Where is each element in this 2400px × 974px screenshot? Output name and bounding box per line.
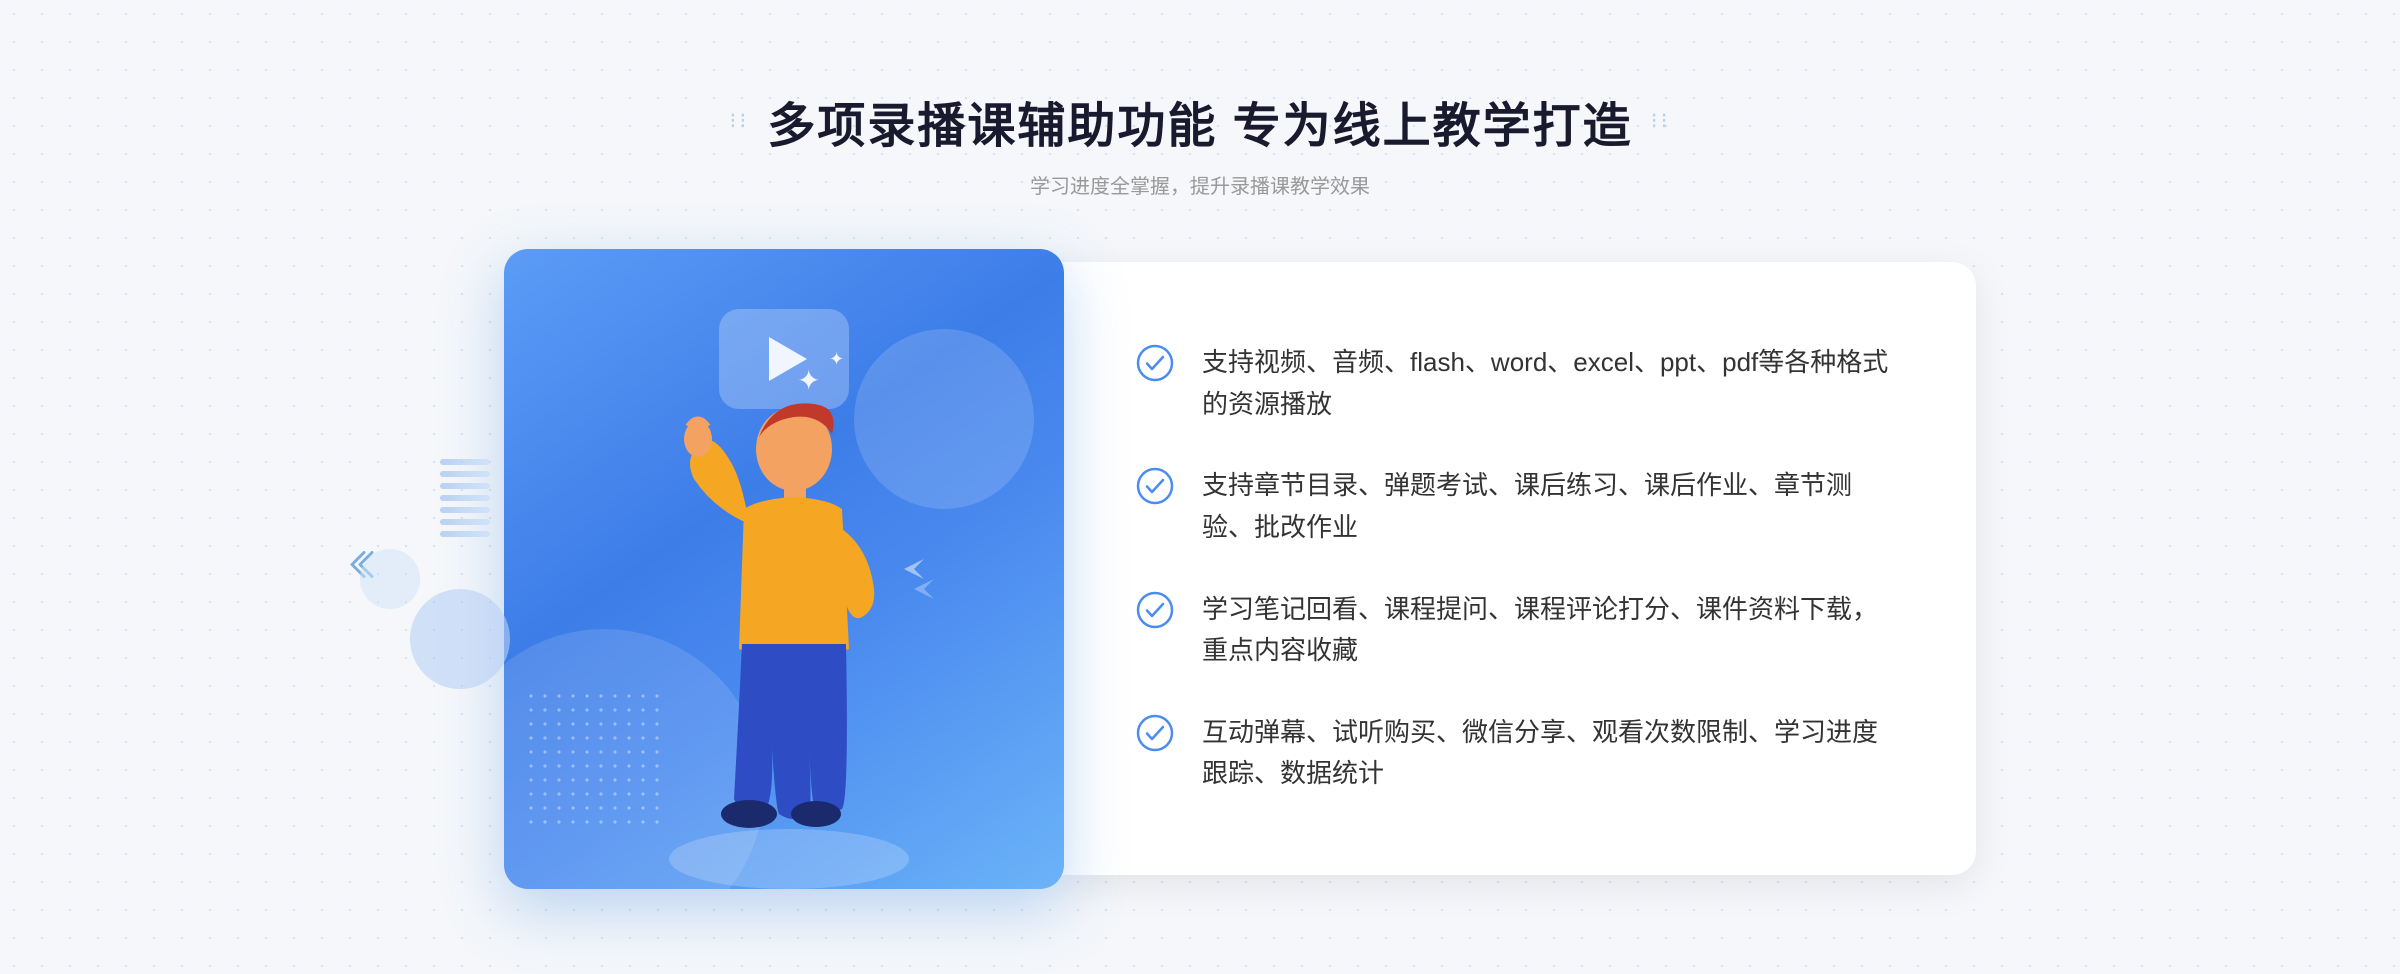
check-circle-icon-4 [1136,714,1174,752]
header-section: ⁝⁝ 多项录播课辅助功能 专为线上教学打造 ⁝⁝ 学习进度全掌握，提升录播课教学… [729,86,1670,199]
stripe-2 [440,471,490,477]
sparkle-icon-2: ✦ [829,349,844,370]
page-wrapper: ⁝⁝ 多项录播课辅助功能 专为线上教学打造 ⁝⁝ 学习进度全掌握，提升录播课教学… [0,0,2400,974]
features-panel: 支持视频、音频、flash、word、excel、ppt、pdf等各种格式的资源… [1056,262,1976,875]
subtitle: 学习进度全掌握，提升录播课教学效果 [729,170,1670,199]
check-circle-icon-1 [1136,344,1174,382]
content-area: ✦ ✦ [300,249,2100,889]
feature-text-1: 支持视频、音频、flash、word、excel、ppt、pdf等各种格式的资源… [1202,342,1896,425]
stripe-1 [440,459,490,465]
deco-dots-right: ⁝⁝ [1651,108,1671,134]
deco-dots-left: ⁝⁝ [729,108,749,134]
deco-circle-small [360,549,420,609]
check-circle-icon-2 [1136,467,1174,505]
feature-text-4: 互动弹幕、试听购买、微信分享、观看次数限制、学习进度跟踪、数据统计 [1202,712,1896,795]
feature-item-1: 支持视频、音频、flash、word、excel、ppt、pdf等各种格式的资源… [1136,322,1896,445]
stripe-3 [440,483,490,489]
feature-item-3: 学习笔记回看、课程提问、课程评论打分、课件资料下载，重点内容收藏 [1136,569,1896,692]
feature-item-4: 互动弹幕、试听购买、微信分享、观看次数限制、学习进度跟踪、数据统计 [1136,692,1896,815]
person-illustration [594,369,974,889]
illustration-card: ✦ ✦ [504,249,1064,889]
feature-item-2: 支持章节目录、弹题考试、课后练习、课后作业、章节测验、批改作业 [1136,445,1896,568]
title-row: ⁝⁝ 多项录播课辅助功能 专为线上教学打造 ⁝⁝ [729,86,1670,156]
main-title: 多项录播课辅助功能 专为线上教学打造 [767,86,1632,156]
stripe-6 [440,519,490,525]
stripe-4 [440,495,490,501]
stripe-5 [440,507,490,513]
deco-stripes [440,459,490,579]
feature-text-3: 学习笔记回看、课程提问、课程评论打分、课件资料下载，重点内容收藏 [1202,589,1896,672]
feature-text-2: 支持章节目录、弹题考试、课后练习、课后作业、章节测验、批改作业 [1202,465,1896,548]
stripe-7 [440,531,490,537]
deco-circle-large [410,589,510,689]
check-circle-icon-3 [1136,591,1174,629]
